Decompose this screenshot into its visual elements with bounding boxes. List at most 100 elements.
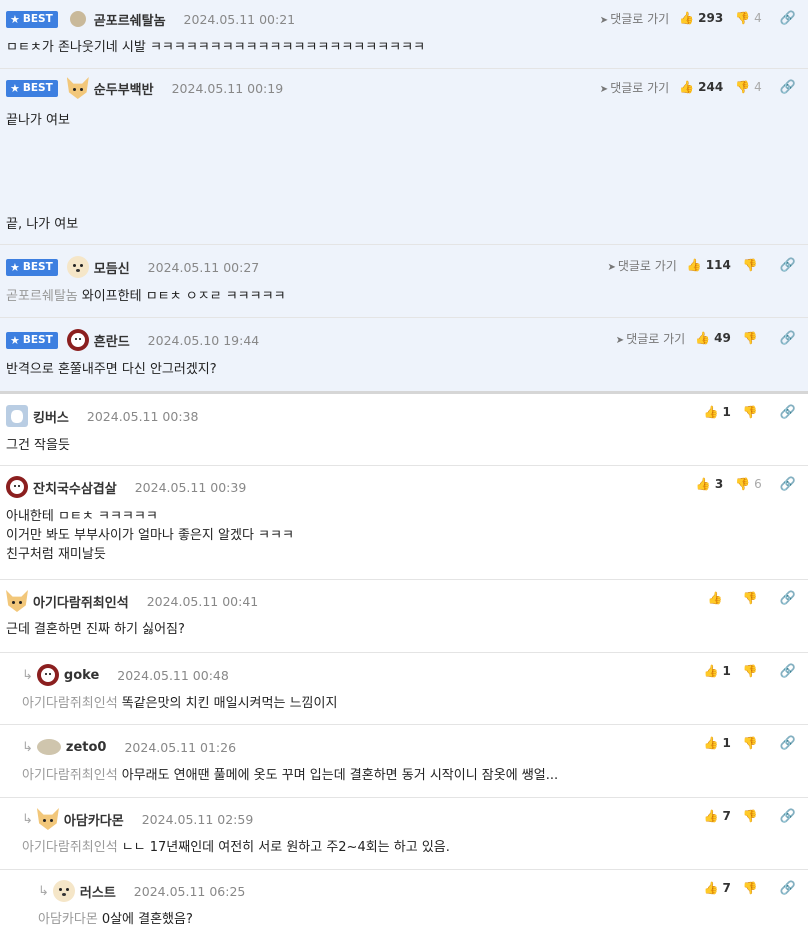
like-button[interactable]: 👍 1 <box>704 736 731 750</box>
author-name[interactable]: 아기다람쥐최인석 <box>33 592 129 611</box>
comment-text: 이거만 봐도 부부사이가 얼마나 좋은지 알겠다 ㅋㅋㅋ <box>6 528 294 543</box>
dislike-button[interactable]: 👎 <box>743 664 762 678</box>
comment-item: ★ BEST 흔란드 2024.05.10 19:44 ➤ 댓글로 가기 👍 49 👎… <box>0 318 808 394</box>
mention-nick[interactable]: 곧포르쉐탈놈 <box>6 289 78 304</box>
like-button[interactable]: 👍 1 <box>704 664 731 678</box>
link-icon[interactable]: 🔗 <box>780 881 796 896</box>
comment-item: 잔치국수삼겹살 2024.05.11 00:39 👍 3 👎 6 🔗 아내한테 ㅁㅌ… <box>0 466 808 580</box>
reply-arrow-icon: ↳ <box>22 667 33 683</box>
comment-item: ↳ zeto0 2024.05.11 01:26 👍 1 👎 🔗 아기다람쥐최인석… <box>0 725 808 798</box>
link-icon[interactable]: 🔗 <box>780 80 796 95</box>
comment-date: 2024.05.11 00:39 <box>134 479 247 495</box>
dislike-button[interactable]: 👎 <box>743 258 762 272</box>
comment-item: ★ BEST 모듬신 2024.05.11 00:27 ➤ 댓글로 가기 👍 114 … <box>0 245 808 318</box>
star-icon: ★ <box>10 333 20 347</box>
like-button[interactable]: 👍 <box>708 591 727 605</box>
reply-arrow-icon: ↳ <box>22 739 33 755</box>
dislike-button[interactable]: 👎 <box>743 591 762 605</box>
avatar[interactable] <box>36 808 59 830</box>
avatar[interactable] <box>6 590 28 612</box>
thumbs-up-icon: 👍 <box>695 331 711 345</box>
comment-date: 2024.05.11 02:59 <box>141 811 254 827</box>
link-icon[interactable]: 🔗 <box>780 258 796 273</box>
avatar[interactable] <box>66 329 89 351</box>
mention-nick[interactable]: 아담카다몬 <box>38 912 98 927</box>
avatar[interactable] <box>66 77 89 99</box>
goto-comment-link[interactable]: ➤ 댓글로 가기 <box>607 257 676 274</box>
goto-comment-link[interactable]: ➤ 댓글로 가기 <box>600 10 669 27</box>
author-name[interactable]: goke <box>64 668 99 683</box>
comment-date: 2024.05.11 00:41 <box>146 593 259 609</box>
link-icon[interactable]: 🔗 <box>780 405 796 420</box>
comment-date: 2024.05.11 00:48 <box>117 667 229 683</box>
goto-comment-link[interactable]: ➤ 댓글로 가기 <box>616 330 685 347</box>
author-name[interactable]: 킹버스 <box>33 407 69 426</box>
link-icon[interactable]: 🔗 <box>780 809 796 824</box>
like-button[interactable]: 👍 3 <box>696 477 723 491</box>
link-icon[interactable]: 🔗 <box>780 477 796 492</box>
author-name[interactable]: 잔치국수삼겹살 <box>33 478 117 497</box>
goto-comment-link[interactable]: ➤ 댓글로 가기 <box>600 79 669 96</box>
comment-text: 0살에 결혼했음? <box>101 912 193 927</box>
dislike-button[interactable]: 👎 <box>743 809 762 823</box>
comment-date: 2024.05.11 00:27 <box>147 259 260 275</box>
thumbs-up-icon: 👍 <box>686 258 702 272</box>
link-icon[interactable]: 🔗 <box>780 331 796 346</box>
avatar[interactable] <box>36 739 61 755</box>
like-button[interactable]: 👍 49 <box>695 331 731 345</box>
like-button[interactable]: 👍 7 <box>704 809 731 823</box>
dislike-button[interactable]: 👎 <box>743 331 762 345</box>
like-count: 3 <box>714 477 724 491</box>
comment-text: 그건 작을듯 <box>6 438 70 453</box>
like-button[interactable]: 👍 1 <box>704 405 731 419</box>
like-button[interactable]: 👍 293 <box>679 11 723 25</box>
like-count: 7 <box>722 809 731 823</box>
dislike-button[interactable]: 👎 4 <box>735 80 762 94</box>
author-name[interactable]: 모듬신 <box>94 258 130 277</box>
link-icon[interactable]: 🔗 <box>780 736 796 751</box>
avatar[interactable] <box>6 405 28 427</box>
author-name[interactable]: 흔란드 <box>94 331 130 350</box>
dislike-button[interactable]: 👎 6 <box>735 477 762 491</box>
like-count: 7 <box>722 881 731 895</box>
comment-text: 반격으로 혼쭐내주면 다신 안그러겠지? <box>6 362 217 377</box>
dislike-button[interactable]: 👎 <box>743 405 762 419</box>
star-icon: ★ <box>10 81 20 95</box>
thumbs-up-icon: 👍 <box>703 809 719 823</box>
avatar[interactable] <box>69 11 86 27</box>
comment-item: 아기다람쥐최인석 2024.05.11 00:41 👍 👎 🔗 근데 결혼하면 … <box>0 580 808 653</box>
mention-nick[interactable]: 아기다람쥐최인석 <box>22 768 118 783</box>
mention-nick[interactable]: 아기다람쥐최인석 <box>22 840 118 855</box>
best-badge: ★ BEST <box>6 258 58 276</box>
like-count: 293 <box>698 11 724 25</box>
reply-arrow-icon: ↳ <box>22 811 33 827</box>
like-button[interactable]: 👍 7 <box>704 881 731 895</box>
thumbs-down-icon: 👎 <box>742 591 758 605</box>
dislike-button[interactable]: 👎 4 <box>735 11 762 25</box>
best-label: BEST <box>22 334 53 346</box>
thumbs-up-icon: 👍 <box>703 664 719 678</box>
link-icon[interactable]: 🔗 <box>780 591 796 606</box>
comment-item: 킹버스 2024.05.11 00:38 👍 1 👎 🔗 그건 작을듯 <box>0 394 808 466</box>
author-name[interactable]: 순두부백반 <box>94 79 154 98</box>
avatar[interactable] <box>52 880 75 902</box>
comment-date: 2024.05.11 00:21 <box>183 11 296 27</box>
thumbs-up-icon: 👍 <box>703 736 719 750</box>
avatar[interactable] <box>66 256 89 278</box>
link-icon[interactable]: 🔗 <box>780 664 796 679</box>
dislike-button[interactable]: 👎 <box>743 736 762 750</box>
dislike-button[interactable]: 👎 <box>743 881 762 895</box>
author-name[interactable]: 러스트 <box>80 882 116 901</box>
author-name[interactable]: 아담카다몬 <box>64 810 124 829</box>
link-icon[interactable]: 🔗 <box>780 11 796 26</box>
mention-nick[interactable]: 아기다람쥐최인석 <box>22 696 118 711</box>
author-name[interactable]: 곧포르쉐탈놈 <box>94 10 166 29</box>
like-button[interactable]: 👍 114 <box>687 258 731 272</box>
thumbs-up-icon: 👍 <box>679 80 695 94</box>
thumbs-down-icon: 👎 <box>735 11 751 25</box>
avatar[interactable] <box>36 664 59 686</box>
comment-text: ㅁㅌㅊ가 존나웃기네 시발 ㅋㅋㅋㅋㅋㅋㅋㅋㅋㅋㅋㅋㅋㅋㅋㅋㅋㅋㅋㅋㅋㅋㅋ <box>6 40 426 55</box>
avatar[interactable] <box>6 476 28 498</box>
like-button[interactable]: 👍 244 <box>679 80 723 94</box>
author-name[interactable]: zeto0 <box>66 740 107 755</box>
